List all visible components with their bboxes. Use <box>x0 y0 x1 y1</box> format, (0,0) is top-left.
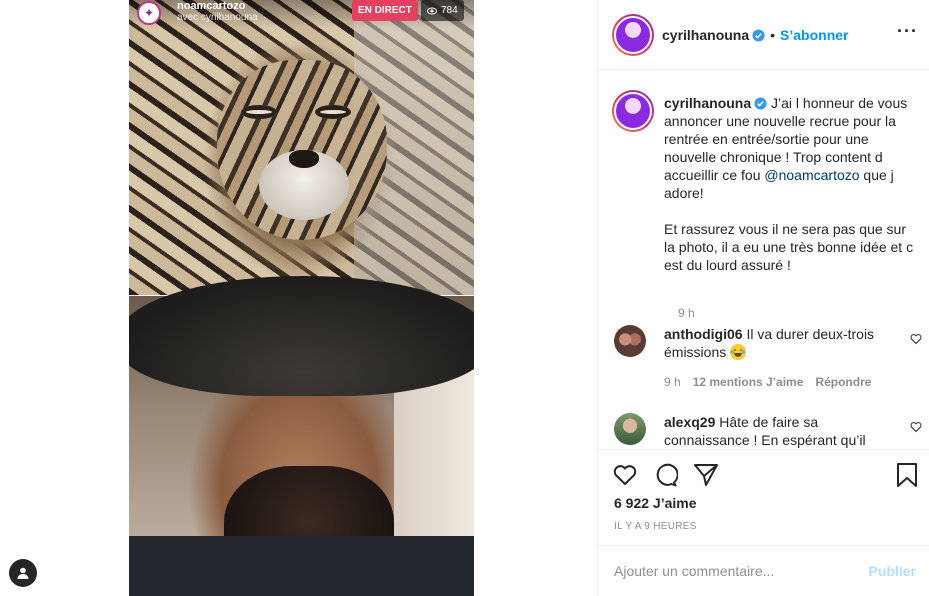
post-actions: 6 922 J’aime IL Y A 9 HEURES <box>598 449 929 545</box>
author-avatar[interactable] <box>612 14 654 56</box>
post-header: cyrilhanouna • S’abonner ··· <box>598 0 929 70</box>
share-icon[interactable] <box>693 462 719 488</box>
live-host-avatar[interactable]: ✦ <box>137 1 161 25</box>
commenter-username[interactable]: alexq29 <box>664 414 715 430</box>
more-options-button[interactable]: ··· <box>897 22 918 40</box>
comment-time[interactable]: 9 h <box>664 375 681 389</box>
caption-mention-link[interactable]: @noamcartozo <box>764 167 859 183</box>
comment-input[interactable] <box>614 560 854 582</box>
tiger-left-eye <box>241 105 277 119</box>
live-camera-bottom <box>129 276 474 596</box>
comment-likes[interactable]: 12 mentions J’aime <box>693 375 804 389</box>
verified-badge-icon <box>754 97 767 110</box>
viewer-count: 784 <box>421 0 464 21</box>
hat <box>129 276 474 396</box>
save-bookmark-icon[interactable] <box>894 462 920 488</box>
eye-icon <box>427 7 437 14</box>
tears-of-joy-emoji-icon <box>730 344 747 360</box>
instagram-post-page: ✦ noamcartozo avec cyrilhanouna EN DIREC… <box>0 0 929 596</box>
tiger-nose <box>289 150 319 168</box>
live-badge: EN DIRECT <box>352 0 418 21</box>
add-comment-bar: Publier <box>598 545 929 596</box>
caption-username[interactable]: cyrilhanouna <box>664 95 751 111</box>
caption-author-avatar[interactable] <box>612 90 654 132</box>
author-username[interactable]: cyrilhanouna <box>662 27 749 43</box>
comment-icon[interactable] <box>652 462 678 488</box>
media-area: ✦ noamcartozo avec cyrilhanouna EN DIREC… <box>0 0 597 596</box>
live-top-bar: ✦ noamcartozo avec cyrilhanouna EN DIREC… <box>129 0 474 28</box>
like-comment-heart-icon[interactable] <box>910 421 922 433</box>
commenter-username[interactable]: anthodigi06 <box>664 326 743 342</box>
comments-list[interactable]: cyrilhanouna J’ai l honneur de vous anno… <box>598 71 929 448</box>
commenter-avatar[interactable] <box>614 325 646 357</box>
follow-button[interactable]: S’abonner <box>780 27 848 43</box>
post-side-panel: cyrilhanouna • S’abonner ··· cyrilhanoun… <box>597 0 929 596</box>
verified-badge-icon <box>752 28 765 42</box>
viewer-count-value: 784 <box>441 5 458 16</box>
tiger-right-eye <box>315 105 351 119</box>
user-icon <box>17 567 29 579</box>
like-comment-heart-icon[interactable] <box>910 333 922 345</box>
publish-button[interactable]: Publier <box>869 563 916 579</box>
live-video[interactable]: ✦ noamcartozo avec cyrilhanouna EN DIREC… <box>129 0 474 596</box>
commenter-avatar[interactable] <box>614 413 646 445</box>
reply-button[interactable]: Répondre <box>815 375 871 389</box>
header-separator: • <box>770 27 776 43</box>
live-host-username[interactable]: noamcartozo <box>177 0 245 12</box>
like-count[interactable]: 6 922 J’aime <box>614 495 697 511</box>
caption-text: cyrilhanouna J’ai l honneur de vous anno… <box>664 94 916 274</box>
live-camera-top <box>129 0 474 295</box>
post-date[interactable]: IL Y A 9 HEURES <box>614 521 697 532</box>
profile-button[interactable] <box>9 559 37 587</box>
shirt <box>129 536 474 596</box>
heart-icon[interactable] <box>612 462 638 488</box>
live-guest-text: avec cyrilhanouna <box>177 12 258 23</box>
comment-meta: 9 h 12 mentions J’aime Répondre <box>664 375 871 389</box>
comment-text: alexq29 Hâte de faire sa connaissance ! … <box>664 413 904 448</box>
comment-text: anthodigi06 Il va durer deux-trois émiss… <box>664 325 904 361</box>
caption-time[interactable]: 9 h <box>678 306 695 320</box>
